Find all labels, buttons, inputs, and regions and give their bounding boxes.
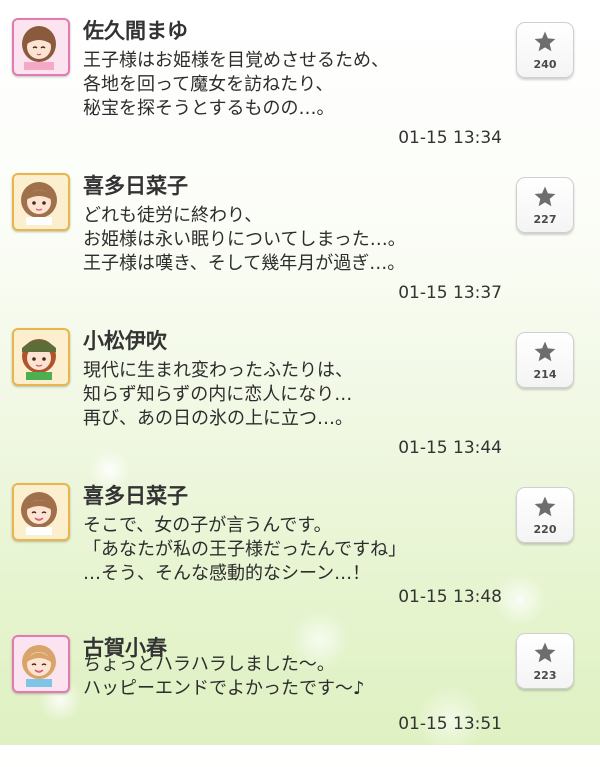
star-count: 220 xyxy=(533,523,557,536)
timestamp: 01-15 13:44 xyxy=(398,438,502,458)
comment-post: 小松伊吹 現代に生まれ変わったふたりは、 知らず知らずの内に恋人になり… 再び、… xyxy=(0,310,600,460)
character-avatar-icon[interactable] xyxy=(12,635,70,693)
star-icon xyxy=(534,642,556,663)
message-line: …そう、そんな感動的なシーン…！ xyxy=(83,563,371,584)
star-button[interactable]: 240 xyxy=(516,22,574,78)
star-button[interactable]: 220 xyxy=(516,487,574,543)
author-name: 小松伊吹 xyxy=(83,329,167,353)
character-avatar-icon[interactable] xyxy=(12,328,70,386)
timestamp: 01-15 13:48 xyxy=(398,587,502,607)
character-avatar-icon[interactable] xyxy=(12,483,70,541)
message-line: 再び、あの日の氷の上に立つ…。 xyxy=(83,408,353,429)
message-line: ちょっとハラハラしました〜。 xyxy=(83,654,335,675)
star-count: 227 xyxy=(533,213,557,226)
star-button[interactable]: 214 xyxy=(516,332,574,388)
author-name: 喜多日菜子 xyxy=(83,174,188,198)
comment-feed: 佐久間まゆ 王子様はお姫様を目覚めさせるため、 各地を回って魔女を訪ねたり、 秘… xyxy=(0,0,600,745)
star-count: 214 xyxy=(533,368,557,381)
star-button[interactable]: 223 xyxy=(516,633,574,689)
message-line: 王子様は嘆き、そして幾年月が過ぎ…。 xyxy=(83,253,406,274)
message-line: お姫様は永い眠りについてしまった…。 xyxy=(83,229,406,250)
timestamp: 01-15 13:51 xyxy=(398,714,502,734)
star-button[interactable]: 227 xyxy=(516,177,574,233)
comment-post: 喜多日菜子 そこで、女の子が言うんです。 「あなたが私の王子様だったんですね」 … xyxy=(0,465,600,615)
comment-post: 喜多日菜子 どれも徒労に終わり、 お姫様は永い眠りについてしまった…。 王子様は… xyxy=(0,155,600,305)
character-avatar-icon[interactable] xyxy=(12,173,70,231)
star-icon xyxy=(534,186,556,207)
comment-post: 佐久間まゆ 王子様はお姫様を目覚めさせるため、 各地を回って魔女を訪ねたり、 秘… xyxy=(0,0,600,150)
message-line: 秘宝を探そうとするものの…。 xyxy=(83,98,335,119)
message-line: 各地を回って魔女を訪ねたり、 xyxy=(83,74,334,95)
star-icon xyxy=(534,31,556,52)
star-count: 223 xyxy=(533,669,557,682)
star-count: 240 xyxy=(533,58,557,71)
message-line: 現代に生まれ変わったふたりは、 xyxy=(83,360,353,381)
message-line: 知らず知らずの内に恋人になり… xyxy=(83,384,353,405)
message-line: そこで、女の子が言うんです。 xyxy=(83,515,332,536)
timestamp: 01-15 13:34 xyxy=(398,128,502,148)
star-icon xyxy=(534,496,556,517)
author-name: 喜多日菜子 xyxy=(83,484,188,508)
timestamp: 01-15 13:37 xyxy=(398,283,502,303)
message-line: ハッピーエンドでよかったです〜♪ xyxy=(83,678,365,699)
character-avatar-icon[interactable] xyxy=(12,18,70,76)
star-icon xyxy=(534,341,556,362)
author-name: 佐久間まゆ xyxy=(83,19,188,43)
message-line: 「あなたが私の王子様だったんですね」 xyxy=(83,539,407,560)
message-line: どれも徒労に終わり、 xyxy=(83,205,263,226)
message-line: 王子様はお姫様を目覚めさせるため、 xyxy=(83,50,389,71)
